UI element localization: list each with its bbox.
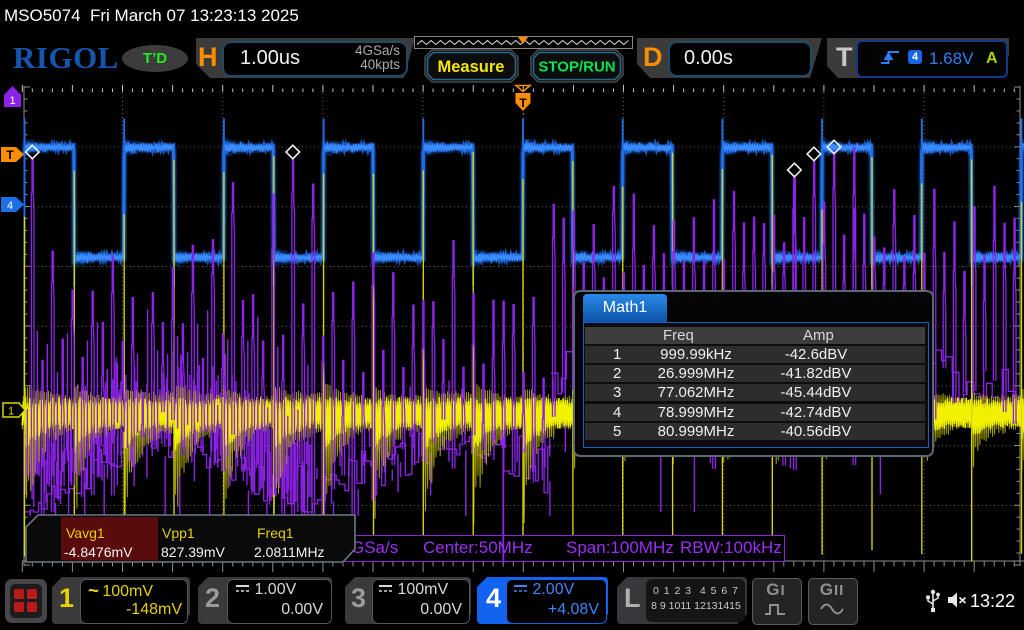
svg-text:4: 4 bbox=[7, 200, 13, 212]
svg-text:1: 1 bbox=[9, 95, 15, 107]
svg-text:Vavg1: Vavg1 bbox=[66, 525, 105, 541]
svg-text:827.39mV: 827.39mV bbox=[161, 544, 225, 560]
svg-text:-4.8476mV: -4.8476mV bbox=[64, 544, 133, 560]
svg-text:T: T bbox=[6, 148, 14, 162]
svg-text:2.0811MHz: 2.0811MHz bbox=[254, 544, 325, 560]
svg-text:T: T bbox=[519, 96, 527, 110]
svg-text:STOP/RUN: STOP/RUN bbox=[538, 59, 615, 76]
svg-text:Measure: Measure bbox=[438, 58, 505, 76]
svg-text:Freq1: Freq1 bbox=[257, 525, 294, 541]
svg-text:1: 1 bbox=[8, 406, 14, 418]
svg-text:Vpp1: Vpp1 bbox=[162, 525, 195, 541]
